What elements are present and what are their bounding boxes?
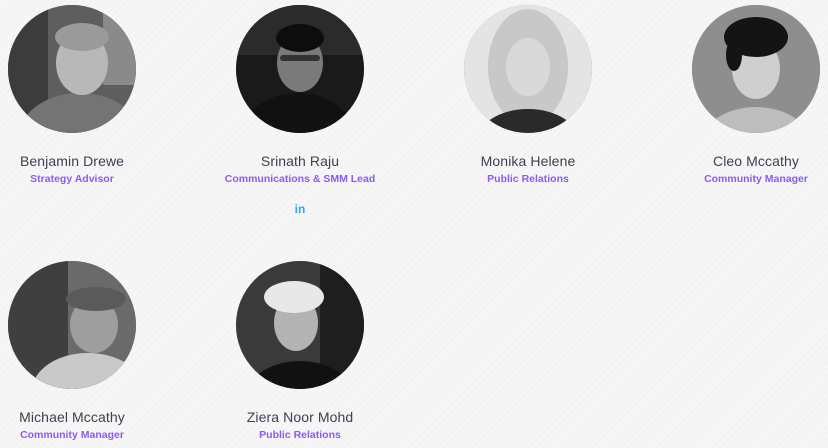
member-role: Public Relations xyxy=(487,173,569,185)
avatar xyxy=(692,5,820,133)
avatar xyxy=(8,5,136,133)
member-role: Communications & SMM Lead xyxy=(224,173,376,185)
linkedin-icon[interactable]: in xyxy=(295,202,306,216)
member-role: Community Manager xyxy=(20,429,124,441)
team-member-card: Cleo Mccathy Community Manager xyxy=(642,5,828,186)
team-member-card: Benjamin Drewe Strategy Advisor xyxy=(0,5,186,186)
member-role: Community Manager xyxy=(704,173,808,185)
team-member-card: Srinath Raju Communications & SMM Lead i… xyxy=(186,5,414,218)
member-name: Ziera Noor Mohd xyxy=(246,409,354,425)
member-name: Benjamin Drewe xyxy=(19,153,125,169)
avatar xyxy=(8,261,136,389)
avatar xyxy=(236,5,364,133)
member-name: Cleo Mccathy xyxy=(712,153,799,169)
avatar xyxy=(464,5,592,133)
team-member-card: Monika Helene Public Relations xyxy=(414,5,642,186)
team-member-card: Michael Mccathy Community Manager xyxy=(0,261,186,442)
member-name: Srinath Raju xyxy=(260,153,340,169)
team-member-card: Ziera Noor Mohd Public Relations xyxy=(186,261,414,442)
member-name: Monika Helene xyxy=(480,153,576,169)
member-name: Michael Mccathy xyxy=(19,409,125,425)
member-role: Strategy Advisor xyxy=(30,173,114,185)
avatar xyxy=(236,261,364,389)
member-role: Public Relations xyxy=(259,429,341,441)
